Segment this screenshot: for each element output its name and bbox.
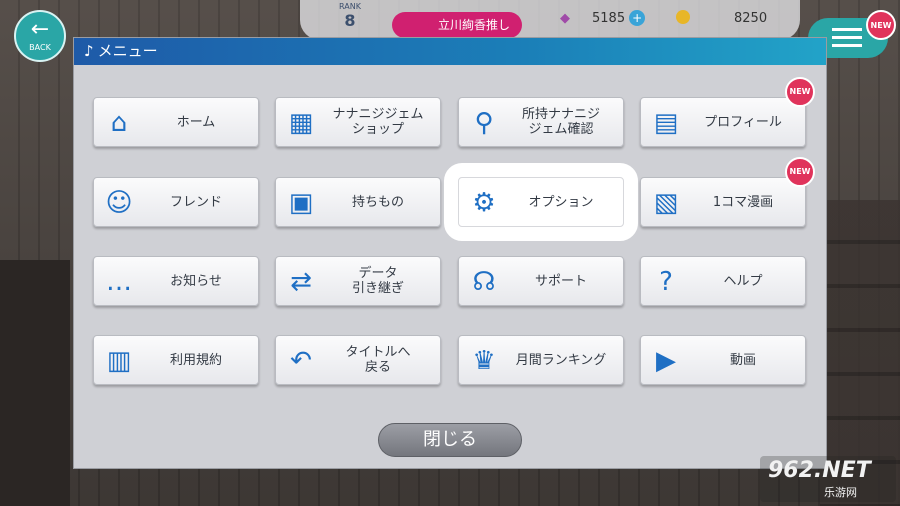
menu-tile-home[interactable]: ⌂ ホーム [93,97,259,147]
coin-count-value: 8250 [734,11,768,26]
menu-tile-label: サポート [534,273,587,289]
friends-icon: ☺ [105,188,133,218]
menu-tile-headset[interactable]: ☊ サポート [458,256,624,306]
data-transfer-icon: ⇄ [290,267,312,297]
menu-tile-speech-bubble[interactable]: … お知らせ [93,256,259,306]
document-icon: ▥ [106,346,132,376]
coin-counter: 8250 [676,10,767,26]
add-gem-button[interactable]: + [629,10,646,26]
menu-tile-label: 月間ランキング [515,352,607,368]
headset-icon: ☊ [472,267,496,297]
video-icon: ▶ [656,346,676,376]
music-note-icon: ♪ [84,42,94,60]
hamburger-icon [832,28,862,31]
back-label: BACK [29,43,51,52]
menu-tile-label: 利用規約 [169,352,222,368]
bag-icon: ▣ [288,188,314,218]
menu-tile-profile-card[interactable]: ▤ プロフィール [640,97,806,147]
help-icon: ? [659,267,673,297]
menu-tile-label: プロフィール [704,114,782,130]
rank-display: RANK 8 [330,2,370,30]
hamburger-line [832,44,862,47]
menu-title: メニュー [97,42,158,60]
menu-tile-label: 所持ナナニジ ジェム確認 [521,107,600,137]
crown-icon: ♛ [472,346,496,376]
menu-dialog: ♪ メニュー ⌂ ホーム ▦ ナナニジジェム ショップ ⚲ 所持ナナニジ ジェム確認 ▤ プロフ… [74,38,826,468]
menu-tile-crown[interactable]: ♛ 月間ランキング [458,335,624,385]
menu-tile-label: 持ちもの [351,194,404,210]
menu-tile-label: ヘルプ [723,273,763,289]
speech-bubble-icon: … [106,267,132,297]
menu-tile-friends[interactable]: ☺ フレンド [93,177,259,227]
hamburger-line [832,36,862,39]
return-icon: ↶ [290,346,312,376]
menu-tile-label: データ 引き継ぎ [351,266,404,296]
menu-tile-document[interactable]: ▥ 利用規約 [93,335,259,385]
gem-icon: ◆ [560,11,570,26]
menu-tile-label: 1コマ漫画 [712,194,774,210]
menu-tile-return[interactable]: ↶ タイトルへ 戻る [275,335,441,385]
menu-tile-gem-search[interactable]: ⚲ 所持ナナニジ ジェム確認 [458,97,624,147]
new-badge: NEW [785,77,815,107]
gear-icon: ⚙ [472,188,496,218]
background-character [0,260,70,506]
menu-tile-bag[interactable]: ▣ 持ちもの [275,177,441,227]
rank-value: 8 [344,11,356,30]
menu-tile-data-transfer[interactable]: ⇄ データ 引き継ぎ [275,256,441,306]
rank-label: RANK [339,2,361,11]
watermark-main: 962.NET [768,458,871,483]
menu-tile-video[interactable]: ▶ 動画 [640,335,806,385]
menu-tile-label: 動画 [729,352,756,368]
menu-tile-label: タイトルへ 戻る [345,345,411,375]
menu-tile-shop[interactable]: ▦ ナナニジジェム ショップ [275,97,441,147]
menu-tile-label: お知らせ [170,273,222,289]
menu-tile-label: ナナニジジェム ショップ [332,107,424,137]
watermark-logo: 962.NET 乐游网 [760,456,896,502]
gem-search-icon: ⚲ [474,108,494,138]
new-badge: NEW [785,157,815,187]
shop-icon: ▦ [288,108,314,138]
menu-header: ♪ メニュー [74,38,826,65]
comic-icon: ▧ [653,188,679,218]
home-icon: ⌂ [110,108,128,138]
menu-new-badge: NEW [866,10,896,40]
menu-tile-help[interactable]: ? ヘルプ [640,256,806,306]
back-arrow-icon: ← [30,17,50,42]
close-button[interactable]: 閉じる [378,423,522,457]
gem-count-value: 5185 [592,11,626,26]
oshi-badge[interactable]: 立川絢香推し [392,12,522,38]
menu-tile-label: フレンド [169,194,222,210]
watermark-sub: 乐游网 [824,486,857,499]
menu-tile-label: オプション [528,194,594,210]
menu-tile-comic[interactable]: ▧ 1コマ漫画 [640,177,806,227]
back-button[interactable]: ← BACK [14,10,66,62]
menu-tile-gear[interactable]: ⚙ オプション [444,163,638,241]
menu-tile-label: ホーム [176,114,216,130]
gem-counter: ◆ 5185 + [560,10,646,26]
coin-icon [676,10,690,24]
profile-card-icon: ▤ [653,108,679,138]
